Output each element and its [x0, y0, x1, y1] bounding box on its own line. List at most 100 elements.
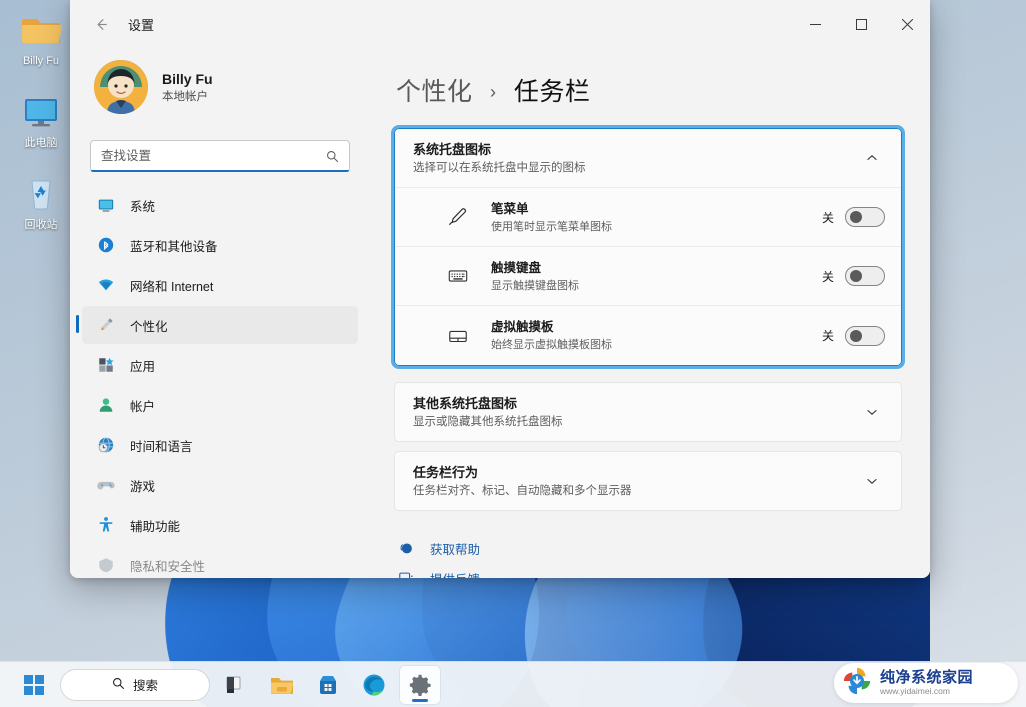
account-card[interactable]: Billy Fu 本地帐户: [82, 52, 358, 118]
link-get-help[interactable]: ? 获取帮助: [396, 533, 902, 563]
sidebar-item-bluetooth[interactable]: 蓝牙和其他设备: [82, 226, 358, 264]
card-title: 其他系统托盘图标: [413, 395, 518, 411]
breadcrumb-current: 任务栏: [513, 78, 591, 106]
link-label: 获取帮助: [430, 542, 481, 557]
settings-button[interactable]: [400, 665, 440, 704]
toggle-state-label: 关: [821, 269, 834, 284]
watermark-badge: 纯净系统家园 www.yidaimei.com: [834, 663, 1018, 703]
sidebar-item-personalization[interactable]: 个性化: [76, 306, 358, 344]
file-explorer-button[interactable]: [262, 666, 302, 704]
sidebar-item-network[interactable]: 网络和 Internet: [82, 266, 358, 304]
desktop: Billy Fu 此电脑 回收站 设置 Billy Fu 本地帐户 查找设置 系…: [0, 0, 1026, 707]
card-system-tray-icons: 系统托盘图标 选择可以在系统托盘中显示的图标 笔菜单 使用笔时显示笔菜单图标 关…: [391, 125, 905, 369]
sidebar-item-label: 应用: [130, 359, 156, 374]
link-label: 提供反馈: [430, 569, 480, 579]
sidebar-item-label: 游戏: [130, 479, 156, 494]
window-controls: [792, 0, 930, 48]
sidebar-item-accessibility[interactable]: 辅助功能: [82, 506, 358, 544]
sidebar-item-gaming[interactable]: 游戏: [82, 466, 358, 504]
download-badge-icon: [842, 666, 872, 701]
chevron-down-icon[interactable]: [859, 474, 885, 488]
gaming-icon: [96, 475, 116, 495]
card-subtitle: 显示或隐藏其他系统托盘图标: [413, 415, 563, 428]
desktop-icon-billy-fu[interactable]: Billy Fu: [2, 6, 80, 68]
main-content: 个性化 › 任务栏 系统托盘图标 选择可以在系统托盘中显示的图标 笔菜单 使用笔…: [370, 48, 930, 578]
desktop-icon-this-pc[interactable]: 此电脑: [2, 88, 80, 150]
help-icon: ?: [396, 540, 416, 556]
chevron-up-icon[interactable]: [859, 151, 885, 165]
taskbar-search-button[interactable]: 搜索: [60, 668, 210, 701]
account-name: Billy Fu: [162, 70, 213, 87]
breadcrumb-separator: ›: [489, 82, 497, 102]
card-other-system-tray-icons: 其他系统托盘图标 显示或隐藏其他系统托盘图标: [394, 382, 902, 442]
card-subtitle: 选择可以在系统托盘中显示的图标: [413, 161, 586, 174]
sidebar-item-system[interactable]: 系统: [82, 186, 358, 224]
desktop-icon-label: 此电脑: [24, 137, 58, 149]
setting-subtitle: 显示触摸键盘图标: [491, 279, 579, 292]
sidebar-item-label: 网络和 Internet: [130, 279, 214, 294]
toggle-pen-menu[interactable]: [845, 207, 885, 227]
sidebar-item-label: 时间和语言: [130, 439, 193, 454]
close-button[interactable]: [884, 0, 930, 48]
setting-subtitle: 使用笔时显示笔菜单图标: [491, 220, 612, 233]
setting-row-virtual-touchpad: 虚拟触摸板 始终显示虚拟触摸板图标 关: [395, 306, 901, 365]
back-button[interactable]: [84, 9, 118, 39]
settings-window: 设置 Billy Fu 本地帐户 查找设置 系统 蓝牙和其他设备 网络和 Int…: [70, 0, 930, 578]
apps-icon: [96, 355, 116, 375]
card-rows: 笔菜单 使用笔时显示笔菜单图标 关 触摸键盘 显示触摸键盘图标 关 虚拟触摸板 …: [395, 187, 901, 365]
svg-text:?: ?: [405, 546, 409, 553]
desktop-icon-recycle-bin[interactable]: 回收站: [2, 170, 80, 232]
sidebar-item-accounts[interactable]: 帐户: [82, 386, 358, 424]
sidebar-item-time-language[interactable]: 时间和语言: [82, 426, 358, 464]
accessibility-icon: [96, 515, 116, 535]
folder-icon: [2, 6, 80, 52]
search-icon: [112, 677, 125, 693]
watermark-title: 纯净系统家园: [880, 668, 974, 686]
virtual-touchpad-icon: [445, 323, 471, 349]
search-box[interactable]: [90, 140, 350, 172]
card-header-taskbar-behaviors[interactable]: 任务栏行为 任务栏对齐、标记、自动隐藏和多个显示器: [395, 452, 901, 510]
task-view-button[interactable]: [216, 666, 256, 704]
card-subtitle: 任务栏对齐、标记、自动隐藏和多个显示器: [413, 484, 632, 497]
sidebar: Billy Fu 本地帐户 查找设置 系统 蓝牙和其他设备 网络和 Intern…: [70, 48, 370, 578]
chevron-down-icon[interactable]: [859, 405, 885, 419]
setting-title: 笔菜单: [491, 201, 529, 216]
personalization-icon: [96, 315, 116, 335]
sidebar-item-label: 系统: [130, 199, 156, 214]
card-header-system-tray-icons[interactable]: 系统托盘图标 选择可以在系统托盘中显示的图标: [395, 129, 901, 187]
sidebar-item-privacy[interactable]: 隐私和安全性: [82, 546, 358, 578]
account-type: 本地帐户: [162, 90, 208, 103]
microsoft-store-button[interactable]: [308, 666, 348, 704]
toggle-touch-keyboard[interactable]: [845, 266, 885, 286]
search-input[interactable]: [91, 149, 326, 163]
card-header-other-system-tray-icons[interactable]: 其他系统托盘图标 显示或隐藏其他系统托盘图标: [395, 383, 901, 441]
taskbar-search-label: 搜索: [132, 679, 158, 693]
feedback-icon: [396, 570, 416, 578]
link-give-feedback[interactable]: 提供反馈: [396, 563, 902, 578]
card-taskbar-behaviors: 任务栏行为 任务栏对齐、标记、自动隐藏和多个显示器: [394, 451, 902, 511]
toggle-state-label: 关: [821, 329, 834, 343]
pen-icon: [445, 204, 471, 230]
maximize-button[interactable]: [838, 0, 884, 48]
breadcrumb-parent[interactable]: 个性化: [396, 78, 473, 106]
sidebar-item-apps[interactable]: 应用: [82, 346, 358, 384]
sidebar-item-label: 辅助功能: [130, 519, 181, 534]
network-icon: [96, 275, 116, 295]
taskbar-buttons: 搜索: [14, 665, 440, 704]
recycle-bin-icon: [2, 170, 80, 216]
setting-title: 虚拟触摸板: [491, 320, 554, 334]
sidebar-item-label: 蓝牙和其他设备: [130, 239, 218, 254]
setting-subtitle: 始终显示虚拟触摸板图标: [491, 339, 612, 351]
privacy-icon: [96, 555, 116, 575]
card-title: 任务栏行为: [413, 464, 479, 480]
bluetooth-icon: [96, 235, 116, 255]
accounts-icon: [96, 395, 116, 415]
start-button[interactable]: [14, 666, 54, 704]
minimize-button[interactable]: [792, 0, 838, 48]
toggle-virtual-touchpad[interactable]: [845, 325, 885, 346]
setting-row-pen-menu: 笔菜单 使用笔时显示笔菜单图标 关: [395, 188, 901, 247]
sidebar-item-label: 隐私和安全性: [130, 559, 206, 574]
card-title: 系统托盘图标: [413, 141, 492, 157]
edge-button[interactable]: [354, 666, 394, 704]
time-language-icon: [96, 435, 116, 455]
